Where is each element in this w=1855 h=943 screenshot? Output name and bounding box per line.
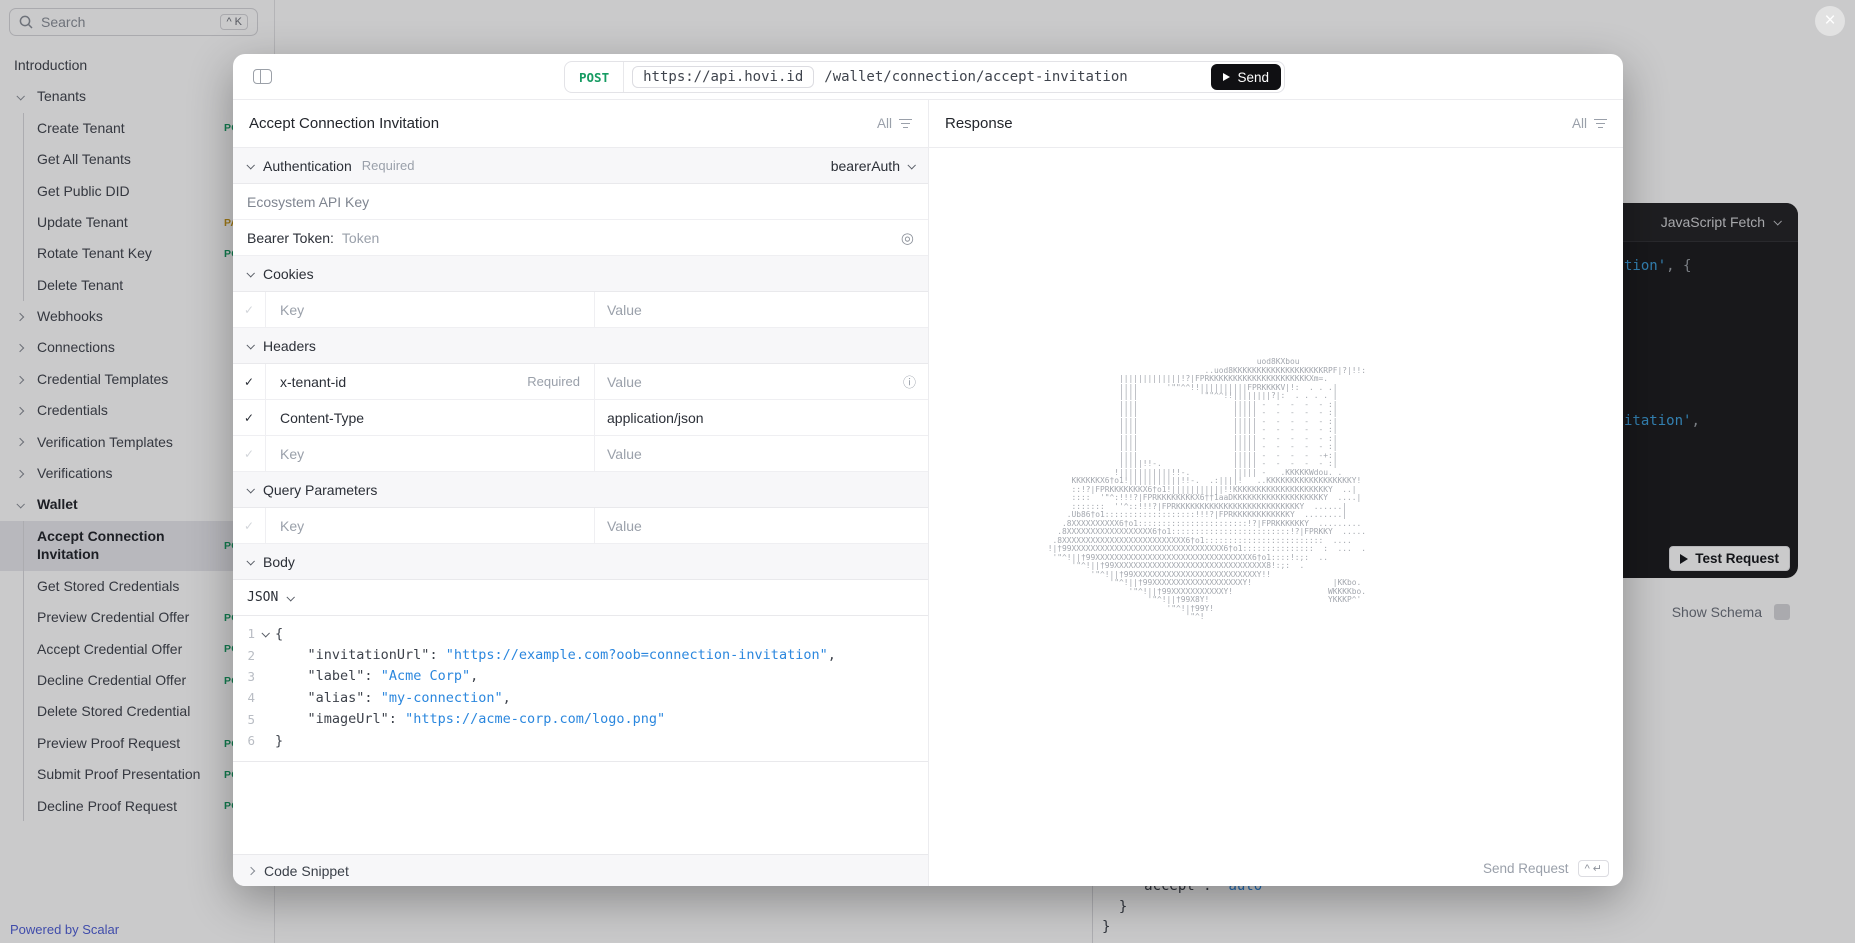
section-header-body[interactable]: Body [233,544,928,580]
code-line: 5 "imageUrl": "https://acme-corp.com/log… [233,709,928,730]
key-cell[interactable]: Key [266,436,595,471]
param-row: ✓ Key Value [233,508,928,544]
close-button[interactable]: × [1815,6,1845,36]
required-label: Required [362,158,415,173]
request-panel: Accept Connection Invitation All Authent… [233,100,929,886]
send-request-hint: Send Request ^ ↵ [1483,860,1609,877]
required-label: Required [527,374,580,389]
section-header-query-parameters[interactable]: Query Parameters [233,472,928,508]
chevron-right-icon [247,866,255,874]
row-checkbox[interactable]: ✓ [233,292,266,327]
path-field[interactable]: /wallet/connection/accept-invitation [824,69,1127,85]
value-cell[interactable]: Value ⓘ [595,364,928,399]
param-row: ✓ x-tenant-id Required Value ⓘ [233,364,928,400]
url-bar: POST https://api.hovi.id /wallet/connect… [564,61,1285,93]
base-url-field[interactable]: https://api.hovi.id [632,66,814,88]
sidebar-toggle-icon[interactable] [253,69,272,84]
key-cell[interactable]: Key [266,292,595,327]
request-filter[interactable]: All [877,116,912,131]
key-cell[interactable]: Key [266,508,595,543]
filter-icon [1594,119,1607,129]
key-cell[interactable]: Content-Type [266,400,595,435]
key-input: Content-Type [280,410,364,426]
line-number: 1 [233,626,255,641]
filter-icon [899,119,912,129]
bearer-token-label: Bearer Token: [247,230,334,246]
eye-icon[interactable]: ◎ [901,229,914,247]
value-cell[interactable]: application/json [595,400,928,435]
chevron-down-icon [287,593,295,601]
line-number: 4 [233,690,255,705]
body-format-select[interactable]: JSON [233,580,928,616]
param-row: ✓ Content-Type application/json [233,400,928,436]
line-number: 3 [233,669,255,684]
screen: Search ^ K IntroductionTenantsCreate Ten… [0,0,1855,943]
auth-scheme-select[interactable]: bearerAuth [831,158,914,174]
code-line: 2 "invitationUrl": "https://example.com?… [233,644,928,665]
key-cell[interactable]: x-tenant-id Required [266,364,595,399]
bearer-token-row: Bearer Token: Token ◎ [233,220,928,256]
line-number: 2 [233,648,255,663]
ascii-art-placeholder: uod8KXbou ..uod8KKKKKKKKKKKKKKKKKKKRPF|?… [1043,358,1366,622]
request-header: Accept Connection Invitation All [233,100,928,148]
row-checkbox[interactable]: ✓ [233,400,266,435]
value-input: Value [607,374,642,390]
value-cell[interactable]: Value [595,292,928,327]
request-title: Accept Connection Invitation [249,115,439,132]
key-input: Key [280,518,304,534]
chevron-down-icon [246,341,254,349]
keyboard-shortcut-badge: ^ ↵ [1578,860,1609,877]
value-input: Value [607,302,642,318]
auth-description-field[interactable]: Ecosystem API Key [233,184,928,220]
row-checkbox[interactable]: ✓ [233,364,266,399]
section-header-headers[interactable]: Headers [233,328,928,364]
param-row: ✓ Key Value [233,292,928,328]
chevron-down-icon [246,161,254,169]
play-icon [1223,73,1230,81]
key-input: Key [280,446,304,462]
chevron-down-icon [246,557,254,565]
row-checkbox[interactable]: ✓ [233,508,266,543]
request-rows: AuthenticationRequiredbearerAuthEcosyste… [233,148,928,616]
value-input: application/json [607,410,704,426]
response-panel: Response All uod8KXbou ..uod8KKKKKKKKKKK… [929,100,1623,886]
value-cell[interactable]: Value [595,508,928,543]
chevron-down-icon [907,161,915,169]
body-editor[interactable]: 1{2 "invitationUrl": "https://example.co… [233,616,928,762]
modal-body: Accept Connection Invitation All Authent… [233,100,1623,886]
line-number: 5 [233,712,255,727]
response-title: Response [945,115,1013,132]
send-button[interactable]: Send [1211,64,1281,90]
response-filter[interactable]: All [1572,116,1607,131]
fold-chevron-icon[interactable] [261,629,269,637]
section-header-cookies[interactable]: Cookies [233,256,928,292]
bearer-token-input[interactable]: Token [342,230,379,246]
section-header-authentication[interactable]: AuthenticationRequiredbearerAuth [233,148,928,184]
value-cell[interactable]: Value [595,436,928,471]
row-checkbox[interactable]: ✓ [233,436,266,471]
chevron-down-icon [246,485,254,493]
key-input: Key [280,302,304,318]
http-method-badge[interactable]: POST [565,62,624,92]
line-number: 6 [233,733,255,748]
code-line: 6} [233,730,928,751]
request-topbar: POST https://api.hovi.id /wallet/connect… [233,54,1623,100]
info-icon: ⓘ [903,372,916,391]
value-input: Value [607,518,642,534]
code-line: 3 "label": "Acme Corp", [233,666,928,687]
param-row: ✓ Key Value [233,436,928,472]
value-input: Value [607,446,642,462]
code-line: 1{ [233,623,928,644]
code-snippet-toggle[interactable]: Code Snippet [233,854,928,886]
response-header: Response All [929,100,1623,148]
code-line: 4 "alias": "my-connection", [233,687,928,708]
chevron-down-icon [246,269,254,277]
api-client-modal: POST https://api.hovi.id /wallet/connect… [233,54,1623,886]
key-input: x-tenant-id [280,374,346,390]
